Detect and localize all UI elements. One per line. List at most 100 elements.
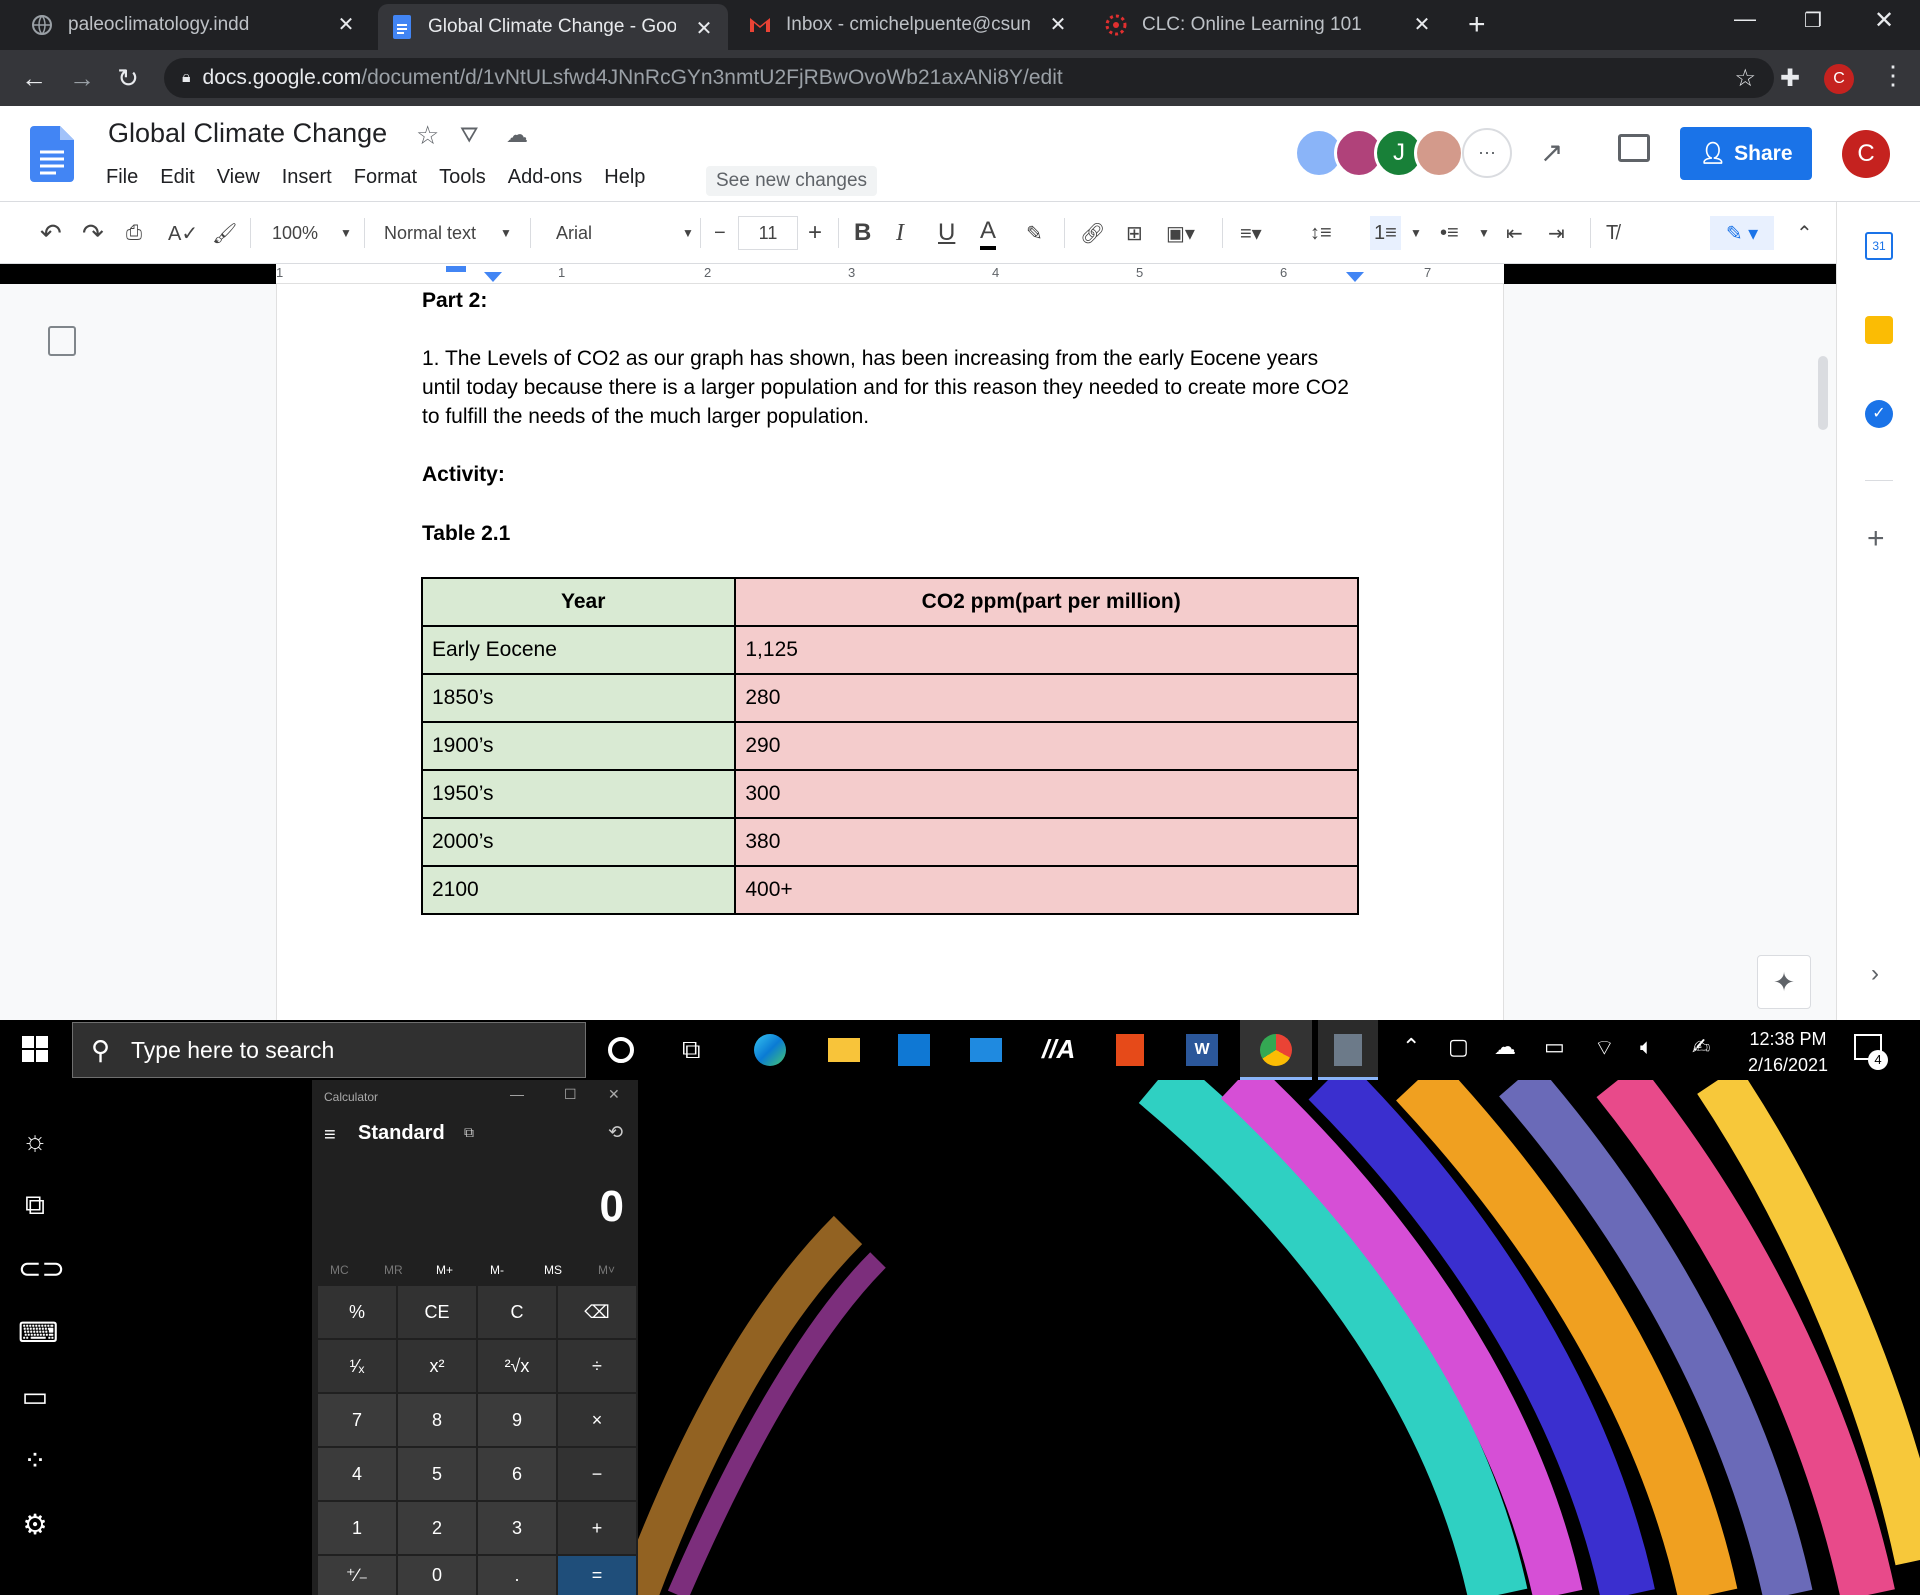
close-icon[interactable]: ✕ xyxy=(1410,12,1434,37)
chevron-down-icon[interactable]: ▼ xyxy=(1478,216,1490,250)
digit-2-key[interactable]: 2 xyxy=(398,1502,476,1554)
memory-subtract-button[interactable]: M- xyxy=(490,1263,504,1277)
minimize-button[interactable]: — xyxy=(1734,6,1756,32)
redo-icon[interactable]: ↷ xyxy=(82,216,104,250)
font-size-input[interactable]: 11 xyxy=(738,216,798,250)
taskbar-clock[interactable]: 12:38 PM 2/16/2021 xyxy=(1720,1026,1856,1078)
insert-image-icon[interactable]: ▣▾ xyxy=(1166,216,1195,250)
memory-add-button[interactable]: M+ xyxy=(436,1263,453,1277)
digit-4-key[interactable]: 4 xyxy=(318,1448,396,1500)
clear-entry-key[interactable]: CE xyxy=(398,1286,476,1338)
increase-font-size-button[interactable]: + xyxy=(808,216,822,250)
add-key[interactable]: + xyxy=(558,1502,636,1554)
task-view-icon[interactable]: ⧉ xyxy=(682,1034,714,1066)
address-bar[interactable]: 🔒︎ docs.google.com /document/d/1vNtULsfw… xyxy=(164,58,1774,98)
memory-store-button[interactable]: MS xyxy=(544,1263,562,1277)
share-button[interactable]: 👤︎ Share xyxy=(1680,127,1812,180)
google-docs-logo-icon[interactable] xyxy=(30,126,74,182)
collapse-menu-chevron-up-icon[interactable]: ⌃ xyxy=(1796,216,1813,250)
chevron-right-icon[interactable]: › xyxy=(1871,960,1879,988)
align-left-icon[interactable]: ≡▾ xyxy=(1240,216,1262,250)
extensions-puzzle-icon[interactable]: ✚ xyxy=(1780,64,1800,93)
document-scrollbar[interactable] xyxy=(1818,356,1828,430)
taskbar-search-box[interactable]: ⚲ Type here to search xyxy=(72,1022,586,1078)
clear-formatting-icon[interactable]: T̸ xyxy=(1606,216,1618,250)
menu-edit[interactable]: Edit xyxy=(160,166,194,189)
user-avatar[interactable]: C xyxy=(1842,130,1890,178)
meet-now-icon[interactable]: ▢ xyxy=(1448,1034,1469,1060)
print-icon[interactable]: ⎙ xyxy=(126,216,142,250)
tablet-mode-icon[interactable]: ⧉ xyxy=(18,1188,52,1222)
decrease-indent-icon[interactable]: ⇤ xyxy=(1506,216,1523,250)
digit-8-key[interactable]: 8 xyxy=(398,1394,476,1446)
office-icon[interactable] xyxy=(1116,1034,1144,1066)
windows-start-icon[interactable] xyxy=(22,1036,48,1062)
highlight-color-icon[interactable]: ✎ xyxy=(1026,216,1043,250)
close-icon[interactable]: ✕ xyxy=(1046,12,1070,37)
decrease-font-size-button[interactable]: − xyxy=(714,216,726,250)
digit-0-key[interactable]: 0 xyxy=(398,1556,476,1595)
menu-help[interactable]: Help xyxy=(604,166,645,189)
window-close-button[interactable]: ✕ xyxy=(1874,6,1894,35)
decimal-key[interactable]: . xyxy=(478,1556,556,1595)
keep-notes-icon[interactable] xyxy=(1865,316,1893,344)
divide-key[interactable]: ÷ xyxy=(558,1340,636,1392)
collaborator-avatar[interactable] xyxy=(1414,128,1464,178)
pen-workspace-icon[interactable]: ✍︎ xyxy=(1692,1034,1710,1060)
numbered-list-icon[interactable]: 1≡ xyxy=(1370,216,1401,250)
word-icon[interactable]: W xyxy=(1186,1034,1218,1066)
chevron-down-icon[interactable]: ▼ xyxy=(1410,216,1422,250)
paint-format-icon[interactable]: 🖌︎ xyxy=(212,216,237,250)
digit-6-key[interactable]: 6 xyxy=(478,1448,556,1500)
menu-format[interactable]: Format xyxy=(354,166,417,189)
menu-add-ons[interactable]: Add-ons xyxy=(508,166,583,189)
onedrive-cloud-icon[interactable]: ☁ xyxy=(1494,1034,1516,1060)
comments-icon[interactable] xyxy=(1618,134,1650,162)
explore-sparkle-icon[interactable]: ✦ xyxy=(1757,955,1811,1009)
more-dots-icon[interactable]: ⁘ xyxy=(18,1444,52,1478)
move-to-drive-icon[interactable]: ⛛ xyxy=(460,122,478,148)
digit-3-key[interactable]: 3 xyxy=(478,1502,556,1554)
digit-5-key[interactable]: 5 xyxy=(398,1448,476,1500)
bold-icon[interactable]: B xyxy=(854,216,871,250)
wifi-icon[interactable]: ⌔ xyxy=(1594,1034,1615,1062)
volume-icon[interactable]: 🔈︎ xyxy=(1640,1034,1653,1060)
keyboard-icon[interactable]: ⌨ xyxy=(18,1316,58,1350)
keep-on-top-icon[interactable]: ⧉ xyxy=(464,1124,474,1141)
backspace-key[interactable]: ⌫ xyxy=(558,1286,636,1338)
cortana-icon[interactable] xyxy=(608,1037,634,1063)
star-icon[interactable]: ☆ xyxy=(416,120,439,151)
add-ons-plus-icon[interactable]: + xyxy=(1867,522,1885,556)
document-outline-icon[interactable] xyxy=(48,326,76,356)
forward-arrow-icon[interactable]: → xyxy=(66,62,98,94)
clear-key[interactable]: C xyxy=(478,1286,556,1338)
digit-1-key[interactable]: 1 xyxy=(318,1502,396,1554)
close-icon[interactable]: ✕ xyxy=(334,12,358,37)
digit-7-key[interactable]: 7 xyxy=(318,1394,396,1446)
hamburger-menu-icon[interactable]: ≡ xyxy=(324,1124,336,1147)
digit-9-key[interactable]: 9 xyxy=(478,1394,556,1446)
tab-global-climate-change[interactable]: Global Climate Change - Google ✕ xyxy=(378,4,728,50)
memory-recall-button[interactable]: MR xyxy=(384,1263,403,1277)
zoom-select[interactable]: 100% ▼ xyxy=(272,216,352,250)
increase-indent-icon[interactable]: ⇥ xyxy=(1548,216,1565,250)
mail-icon[interactable] xyxy=(970,1038,1002,1062)
minimize-button[interactable]: — xyxy=(510,1086,524,1102)
document-title[interactable]: Global Climate Change xyxy=(108,118,387,149)
reciprocal-key[interactable]: ¹⁄ₓ xyxy=(318,1340,396,1392)
underline-icon[interactable]: U xyxy=(938,216,955,250)
font-select[interactable]: Arial ▼ xyxy=(556,216,694,250)
link-icon[interactable]: ⊂⊃ xyxy=(18,1252,65,1286)
square-key[interactable]: x² xyxy=(398,1340,476,1392)
line-spacing-icon[interactable]: ↕≡ xyxy=(1310,216,1332,250)
percent-key[interactable]: % xyxy=(318,1286,396,1338)
activity-dashboard-icon[interactable]: ↗ xyxy=(1540,136,1563,169)
back-arrow-icon[interactable]: ← xyxy=(18,62,50,94)
editing-mode-pencil-icon[interactable]: ✎ ▾ xyxy=(1710,216,1774,250)
equals-key[interactable]: = xyxy=(558,1556,636,1595)
bookmark-star-icon[interactable]: ☆ xyxy=(1734,64,1756,93)
spellcheck-icon[interactable]: A✓ xyxy=(168,216,198,250)
menu-tools[interactable]: Tools xyxy=(439,166,486,189)
app-icon[interactable]: //A xyxy=(1042,1034,1075,1066)
negate-key[interactable]: ⁺∕₋ xyxy=(318,1556,396,1595)
